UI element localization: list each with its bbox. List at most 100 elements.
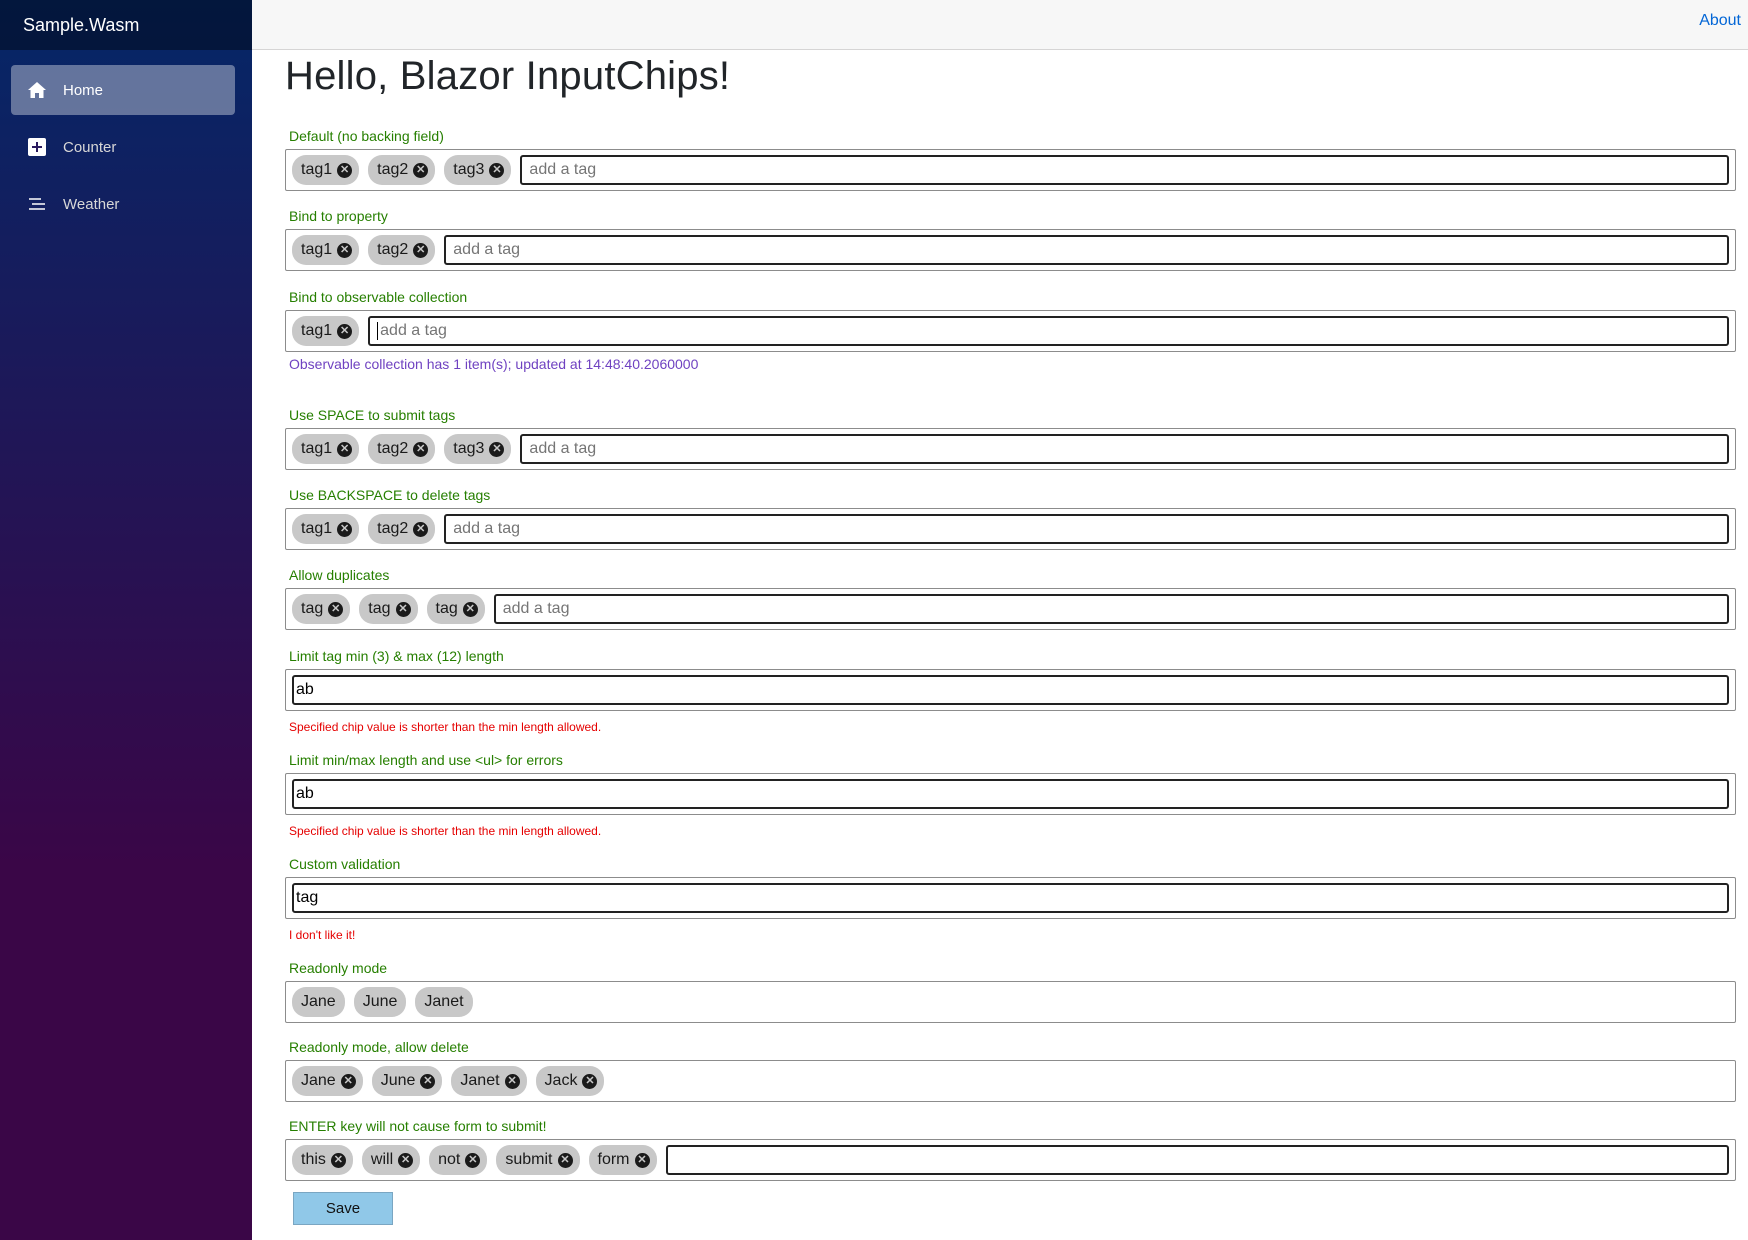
remove-chip-icon[interactable]: ✕ [557,1152,573,1168]
tag-input[interactable]: add a tag [520,434,1729,464]
chip: tag2 ✕ [368,235,436,265]
custom-validation-chip-input: tag [285,877,1736,919]
remove-chip-icon[interactable]: ✕ [413,521,429,537]
chip: Jack ✕ [535,1066,605,1096]
tag-input[interactable]: add a tag [368,316,1729,346]
chip: tag1 ✕ [292,434,360,464]
remove-chip-icon[interactable]: ✕ [420,1073,436,1089]
remove-chip-icon[interactable]: ✕ [413,441,429,457]
chip: tag ✕ [292,594,351,624]
limit-length-label: Limit tag min (3) & max (12) length [289,648,504,664]
sidebar-header: Sample.Wasm [0,0,252,50]
backspace-delete-chip-input: tag1 ✕ tag2 ✕ add a tag [285,508,1736,550]
remove-chip-icon[interactable]: ✕ [465,1152,481,1168]
plus-square-icon [26,136,48,158]
text-caret [377,322,379,340]
nav-item-label: Counter [63,138,117,156]
tag-input[interactable]: ab [292,675,1729,705]
remove-chip-icon[interactable]: ✕ [462,601,478,617]
page-title: Hello, Blazor InputChips! [285,54,731,98]
remove-chip-icon[interactable]: ✕ [413,162,429,178]
readonly-delete-chip-input: Jane ✕ June ✕ Janet ✕ Jack ✕ [285,1060,1736,1102]
nav-item-label: Home [63,81,104,99]
chip: Jane [292,987,345,1017]
readonly-label: Readonly mode [289,960,388,976]
remove-chip-icon[interactable]: ✕ [337,441,353,457]
top-bar: About [252,0,1748,50]
validation-error: I don't like it! [289,928,356,942]
nav-item-weather[interactable]: Weather [11,179,235,229]
remove-chip-icon[interactable]: ✕ [395,601,411,617]
space-submit-chip-input: tag1 ✕ tag2 ✕ tag3 ✕ add a tag [285,428,1736,470]
chip: tag1 ✕ [292,155,360,185]
chip: tag1 ✕ [292,235,360,265]
limit-length-ul-label: Limit min/max length and use <ul> for er… [289,752,563,768]
space-submit-label: Use SPACE to submit tags [289,407,456,423]
remove-chip-icon[interactable]: ✕ [582,1073,598,1089]
remove-chip-icon[interactable]: ✕ [634,1152,650,1168]
remove-chip-icon[interactable]: ✕ [413,242,429,258]
chip: June ✕ [371,1066,443,1096]
allow-duplicates-label: Allow duplicates [289,567,390,583]
chip: tag2 ✕ [368,434,436,464]
tag-input[interactable]: tag [292,883,1729,913]
chip: June [353,987,407,1017]
chip: tag ✕ [359,594,418,624]
enter-key-label: ENTER key will not cause form to submit! [289,1118,547,1134]
remove-chip-icon[interactable]: ✕ [337,323,353,339]
chip: will ✕ [361,1145,421,1175]
chip: tag ✕ [426,594,485,624]
tag-input[interactable]: add a tag [493,594,1729,624]
bind-observable-chip-input: tag1 ✕ add a tag [285,310,1736,352]
sidebar: Sample.Wasm Home Counter Weather [0,0,252,1240]
default-chip-input: tag1 ✕ tag2 ✕ tag3 ✕ add a tag [285,149,1736,191]
chip: Jane ✕ [292,1066,363,1096]
remove-chip-icon[interactable]: ✕ [337,162,353,178]
bind-property-label: Bind to property [289,208,388,224]
chip: tag1 ✕ [292,316,360,346]
brand-link[interactable]: Sample.Wasm [23,15,139,36]
validation-error: Specified chip value is shorter than the… [289,824,602,838]
tag-input[interactable]: add a tag [444,514,1729,544]
chip: tag2 ✕ [368,155,436,185]
list-icon [26,193,48,215]
readonly-chip-input: Jane June Janet [285,981,1736,1023]
remove-chip-icon[interactable]: ✕ [504,1073,520,1089]
remove-chip-icon[interactable]: ✕ [489,162,505,178]
custom-validation-label: Custom validation [289,856,401,872]
home-icon [26,79,48,101]
allow-duplicates-chip-input: tag ✕ tag ✕ tag ✕ add a tag [285,588,1736,630]
about-link[interactable]: About [1699,12,1741,30]
tag-input[interactable]: ab [292,779,1729,809]
tag-input[interactable] [665,1145,1729,1175]
chip: form ✕ [588,1145,657,1175]
save-button[interactable]: Save [293,1192,393,1225]
nav-item-home[interactable]: Home [11,65,235,115]
default-label: Default (no backing field) [289,128,444,144]
chip: tag3 ✕ [444,434,512,464]
backspace-delete-label: Use BACKSPACE to delete tags [289,487,491,503]
chip: Janet [415,987,473,1017]
bind-observable-label: Bind to observable collection [289,289,468,305]
remove-chip-icon[interactable]: ✕ [330,1152,346,1168]
chip: submit ✕ [496,1145,580,1175]
remove-chip-icon[interactable]: ✕ [337,242,353,258]
tag-input[interactable]: add a tag [520,155,1729,185]
nav-item-counter[interactable]: Counter [11,122,235,172]
remove-chip-icon[interactable]: ✕ [328,601,344,617]
remove-chip-icon[interactable]: ✕ [398,1152,414,1168]
bind-property-chip-input: tag1 ✕ tag2 ✕ add a tag [285,229,1736,271]
limit-length-chip-input: ab [285,669,1736,711]
chip: tag1 ✕ [292,514,360,544]
remove-chip-icon[interactable]: ✕ [337,521,353,537]
remove-chip-icon[interactable]: ✕ [489,441,505,457]
readonly-delete-label: Readonly mode, allow delete [289,1039,469,1055]
chip: tag3 ✕ [444,155,512,185]
chip: Janet ✕ [451,1066,527,1096]
remove-chip-icon[interactable]: ✕ [340,1073,356,1089]
limit-length-ul-chip-input: ab [285,773,1736,815]
chip: tag2 ✕ [368,514,436,544]
nav-item-label: Weather [63,195,120,213]
tag-input[interactable]: add a tag [444,235,1729,265]
chip: this ✕ [292,1145,353,1175]
